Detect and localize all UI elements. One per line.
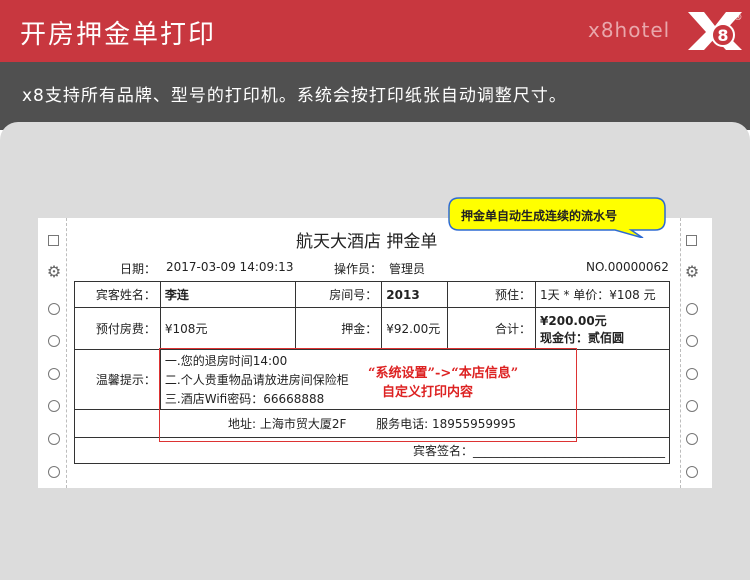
guest-label: 宾客姓名： <box>74 281 161 308</box>
deposit-label: 押金： <box>295 307 383 350</box>
gear-icon: ⚙ <box>46 262 62 281</box>
gear-icon: ⚙ <box>684 262 700 281</box>
stay-label: 预住： <box>447 281 537 308</box>
room-label: 房间号： <box>295 281 383 308</box>
tips-label: 温馨提示： <box>74 349 161 410</box>
x8-logo-icon: 8 ® <box>688 12 743 50</box>
feed-square-icon <box>48 235 59 246</box>
annotation-custom-print: 自定义打印内容 <box>382 385 474 400</box>
feed-hole-icon <box>48 303 60 315</box>
feed-hole-icon <box>686 368 698 380</box>
svg-text:8: 8 <box>717 26 728 45</box>
prepay-label: 预付房费： <box>74 307 161 350</box>
total-cash: 现金付：贰佰圆 <box>540 330 625 345</box>
description-text: x8支持所有品牌、型号的打印机。系统会按打印纸张自动调整尺寸。 <box>22 86 567 106</box>
table-row: 预付房费： ¥108元 押金： ¥92.00元 合计： ¥200.00元 现金付… <box>74 307 670 350</box>
feed-square-icon <box>686 235 697 246</box>
right-perforation <box>680 218 681 488</box>
guest-value: 李连 <box>159 281 297 308</box>
operator-label: 操作员： <box>334 262 383 276</box>
feed-hole-icon <box>48 335 60 347</box>
signature-line: ________________________________ <box>473 444 665 458</box>
signature-label: 宾客签名： <box>412 444 473 458</box>
header-bar: 开房押金单打印 x8hotel 8 ® <box>0 0 750 62</box>
prepay-value: ¥108元 <box>159 307 297 350</box>
date-value: 2017-03-09 14:09:13 <box>166 260 294 274</box>
room-value: 2013 <box>381 281 449 308</box>
receipt-title: 航天大酒店 押金单 <box>296 232 438 252</box>
feed-hole-icon <box>48 466 60 478</box>
operator-value: 管理员 <box>389 262 426 276</box>
feed-hole-icon <box>48 368 60 380</box>
brand-name: x8hotel <box>588 18 671 42</box>
feed-hole-icon <box>686 400 698 412</box>
feed-hole-icon <box>686 335 698 347</box>
annotation-settings-path: “系统设置”->“本店信息” <box>368 366 519 381</box>
svg-text:®: ® <box>734 13 743 23</box>
total-label: 合计： <box>447 307 537 350</box>
feed-hole-icon <box>686 303 698 315</box>
page-title: 开房押金单打印 <box>20 20 217 50</box>
total-value: ¥200.00元 <box>540 313 607 328</box>
feed-hole-icon <box>686 466 698 478</box>
feed-hole-icon <box>686 433 698 445</box>
left-perforation <box>66 218 67 488</box>
feed-hole-icon <box>48 400 60 412</box>
table-row: 宾客姓名： 李连 房间号： 2013 预住： 1天 * 单价：¥108 元 <box>74 281 670 308</box>
serial-number: NO.00000062 <box>586 260 669 274</box>
total-cell: ¥200.00元 现金付：贰佰圆 <box>535 307 670 350</box>
callout-text: 押金单自动生成连续的流水号 <box>461 209 618 223</box>
date-label: 日期： <box>120 262 157 276</box>
stay-value: 1天 * 单价：¥108 元 <box>535 281 670 308</box>
deposit-value: ¥92.00元 <box>381 307 449 350</box>
feed-hole-icon <box>48 433 60 445</box>
